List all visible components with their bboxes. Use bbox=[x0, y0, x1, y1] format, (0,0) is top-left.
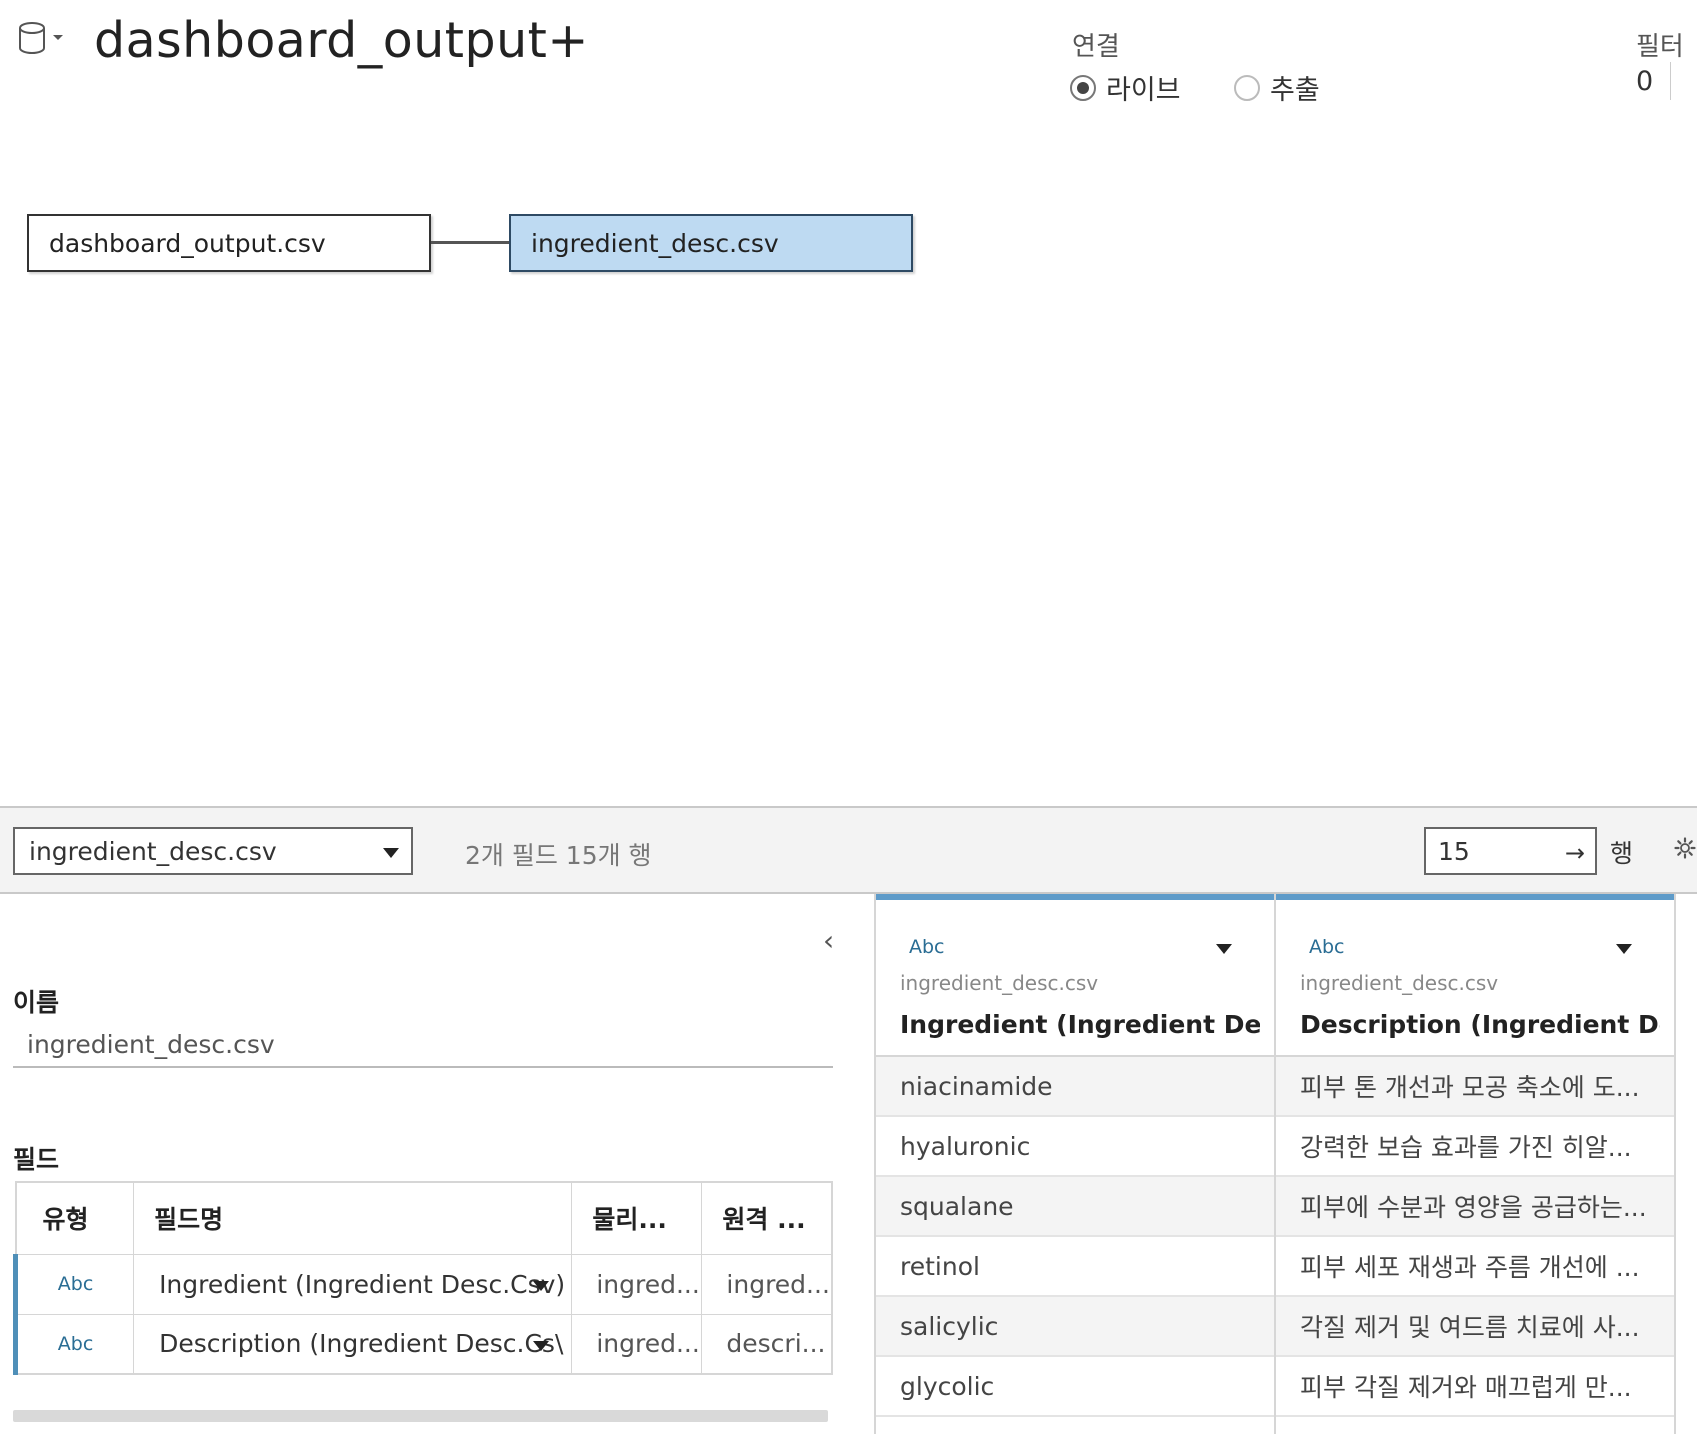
column-source-table: ingredient_desc.csv bbox=[900, 971, 1099, 995]
connection-extract-label: 추출 bbox=[1270, 75, 1320, 106]
grid-cell[interactable]: glycolic bbox=[876, 1357, 1274, 1417]
column-header-remote[interactable]: 원격 ... bbox=[701, 1181, 833, 1255]
field-menu-arrow-icon[interactable] bbox=[533, 1340, 550, 1351]
filter-label: 필터 bbox=[1636, 32, 1684, 62]
grid-column-ingredient: Abc ingredient_desc.csv Ingredient (Ingr… bbox=[876, 894, 1276, 1434]
filter-count: 0 bbox=[1636, 66, 1654, 97]
name-label: 이름 bbox=[13, 988, 60, 1017]
column-field-name[interactable]: Ingredient (Ingredient Des bbox=[900, 1010, 1260, 1039]
grid-cell[interactable]: 피부에 수분과 영양을 공급하는... bbox=[1276, 1177, 1674, 1237]
physical-table-cell: ingred... bbox=[571, 1253, 703, 1315]
apply-arrow-icon[interactable]: → bbox=[1565, 839, 1585, 867]
datasource-title[interactable]: dashboard_output+ bbox=[94, 12, 589, 69]
table-row[interactable]: Abc Ingredient (Ingredient Desc.Csv) ing… bbox=[12, 1253, 833, 1315]
relationship-line[interactable] bbox=[431, 241, 509, 244]
string-type-icon[interactable]: Abc bbox=[12, 1313, 135, 1375]
grid-cell[interactable]: retinol bbox=[876, 1237, 1274, 1297]
gear-icon[interactable] bbox=[1674, 837, 1696, 859]
row-limit-input[interactable]: 15 → bbox=[1424, 827, 1597, 875]
filter-divider bbox=[1670, 62, 1671, 100]
column-header-physical[interactable]: 물리... bbox=[571, 1181, 703, 1255]
grid-cell[interactable]: 각질 제거 및 여드름 치료에 사... bbox=[1276, 1297, 1674, 1357]
remote-field-cell: ingred... bbox=[701, 1253, 833, 1315]
canvas-table-label: dashboard_output.csv bbox=[49, 228, 326, 258]
fields-table: 유형 필드명 물리... 원격 ... Abc Ingredient (Ingr… bbox=[12, 1181, 833, 1375]
column-header-field-name[interactable]: 필드명 bbox=[133, 1181, 573, 1255]
column-header-type[interactable]: 유형 bbox=[14, 1181, 135, 1255]
data-pane-toolbar: ingredient_desc.csv 2개 필드 15개 행 15 → 행 bbox=[0, 806, 1697, 894]
field-menu-arrow-icon[interactable] bbox=[533, 1280, 550, 1291]
grid-column-description: Abc ingredient_desc.csv Description (Ing… bbox=[1276, 894, 1676, 1434]
field-name: Description (Ingredient Desc.Cs\ bbox=[159, 1329, 564, 1359]
dropdown-arrow-icon[interactable] bbox=[383, 848, 399, 858]
canvas-table-ingredient-desc[interactable]: ingredient_desc.csv bbox=[509, 214, 913, 272]
grid-cell[interactable]: squalane bbox=[876, 1177, 1274, 1237]
grid-cell[interactable]: 피부 세포 재생과 주름 개선에 ... bbox=[1276, 1237, 1674, 1297]
grid-cell[interactable]: niacinamide bbox=[876, 1057, 1274, 1117]
remote-field-cell: descri... bbox=[701, 1313, 833, 1375]
radio-selected-icon[interactable] bbox=[1070, 74, 1096, 101]
row-limit-value: 15 bbox=[1438, 836, 1470, 866]
column-menu-arrow-icon[interactable] bbox=[1616, 944, 1632, 954]
data-grid: Abc ingredient_desc.csv Ingredient (Ingr… bbox=[876, 894, 1676, 1434]
string-type-icon[interactable]: Abc bbox=[909, 936, 945, 958]
column-source-table: ingredient_desc.csv bbox=[1300, 971, 1499, 995]
string-type-icon[interactable]: Abc bbox=[12, 1253, 135, 1315]
collapse-panel-chevron-icon[interactable]: ‹ bbox=[823, 924, 834, 957]
fields-table-header: 유형 필드명 물리... 원격 ... bbox=[14, 1181, 833, 1255]
row-unit-label: 행 bbox=[1610, 839, 1634, 868]
connection-extract-radio[interactable]: 추출 bbox=[1234, 68, 1320, 107]
field-row-summary: 2개 필드 15개 행 bbox=[465, 841, 652, 870]
datasource-menu-chevron-icon[interactable] bbox=[53, 35, 63, 40]
table-name-field[interactable]: ingredient_desc.csv bbox=[27, 1030, 275, 1059]
physical-table-cell: ingred... bbox=[571, 1313, 703, 1375]
field-name-cell[interactable]: Description (Ingredient Desc.Cs\ bbox=[133, 1313, 573, 1375]
horizontal-scrollbar[interactable] bbox=[13, 1410, 828, 1422]
string-type-icon[interactable]: Abc bbox=[1309, 936, 1345, 958]
canvas-table-dashboard-output[interactable]: dashboard_output.csv bbox=[27, 214, 431, 272]
field-name: Ingredient (Ingredient Desc.Csv) bbox=[159, 1269, 566, 1299]
grid-cell[interactable]: 피부 톤 개선과 모공 축소에 도... bbox=[1276, 1057, 1674, 1117]
connection-live-label: 라이브 bbox=[1106, 75, 1181, 106]
column-menu-arrow-icon[interactable] bbox=[1216, 944, 1232, 954]
table-select-value: ingredient_desc.csv bbox=[29, 836, 277, 866]
table-row[interactable]: Abc Description (Ingredient Desc.Cs\ ing… bbox=[12, 1313, 833, 1375]
database-icon[interactable] bbox=[18, 22, 46, 54]
name-field-underline bbox=[13, 1066, 833, 1068]
radio-unselected-icon[interactable] bbox=[1234, 74, 1260, 101]
column-field-name[interactable]: Description (Ingredient De bbox=[1300, 1010, 1660, 1039]
canvas-table-label: ingredient_desc.csv bbox=[531, 228, 779, 258]
grid-column-header[interactable]: Abc ingredient_desc.csv Description (Ing… bbox=[1276, 894, 1674, 1057]
grid-column-header[interactable]: Abc ingredient_desc.csv Ingredient (Ingr… bbox=[876, 894, 1274, 1057]
field-name-cell[interactable]: Ingredient (Ingredient Desc.Csv) bbox=[133, 1253, 573, 1315]
grid-cell[interactable]: salicylic bbox=[876, 1297, 1274, 1357]
grid-cell[interactable]: 강력한 보습 효과를 가진 히알... bbox=[1276, 1117, 1674, 1177]
grid-cell[interactable]: 피부 각질 제거와 매끄럽게 만... bbox=[1276, 1357, 1674, 1417]
connection-live-radio[interactable]: 라이브 bbox=[1070, 68, 1181, 107]
fields-label: 필드 bbox=[13, 1145, 60, 1174]
table-select[interactable]: ingredient_desc.csv bbox=[13, 827, 413, 875]
connection-label: 연결 bbox=[1072, 32, 1120, 62]
grid-cell[interactable]: hyaluronic bbox=[876, 1117, 1274, 1177]
